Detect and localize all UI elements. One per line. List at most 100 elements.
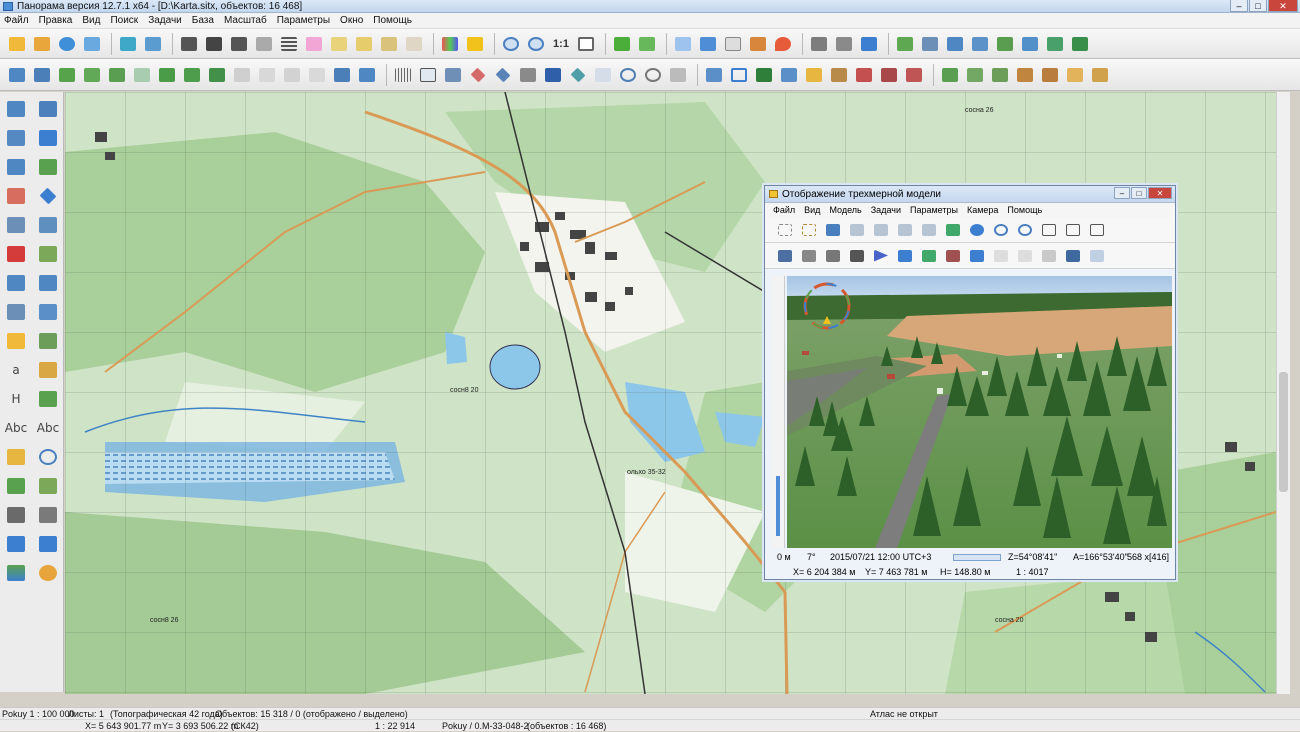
layers-icon[interactable] bbox=[117, 33, 139, 55]
tools-red-icon[interactable] bbox=[2, 183, 30, 209]
polygon-cross-icon[interactable] bbox=[181, 64, 203, 86]
pen-curve-icon[interactable] bbox=[356, 64, 378, 86]
3d-close-button[interactable]: ✕ bbox=[1148, 187, 1172, 199]
draw-check-icon[interactable] bbox=[34, 154, 62, 180]
3d-menu-camera[interactable]: Камера bbox=[967, 205, 998, 215]
3d-zoom-out-icon[interactable] bbox=[991, 220, 1011, 240]
text-strike-icon[interactable] bbox=[231, 64, 253, 86]
printer-icon[interactable] bbox=[808, 33, 830, 55]
binoculars-gray-icon[interactable] bbox=[253, 33, 275, 55]
lightning-icon[interactable] bbox=[464, 33, 486, 55]
search-light-icon[interactable] bbox=[1064, 64, 1086, 86]
draw-question-icon[interactable] bbox=[2, 154, 30, 180]
draw-help-icon[interactable] bbox=[2, 125, 30, 151]
minimize-button[interactable]: – bbox=[1230, 0, 1248, 12]
move-nodes-icon[interactable] bbox=[34, 183, 62, 209]
3d-minimize-button[interactable]: – bbox=[1114, 187, 1130, 199]
delete-green-icon[interactable] bbox=[34, 241, 62, 267]
draw-curve-icon[interactable] bbox=[34, 96, 62, 122]
menu-parameters[interactable]: Параметры bbox=[277, 15, 330, 26]
angle-lines-icon[interactable] bbox=[517, 64, 539, 86]
redo-blue-icon[interactable] bbox=[34, 531, 62, 557]
eraser-pink-icon[interactable] bbox=[303, 33, 325, 55]
rect-nodes-icon[interactable] bbox=[728, 64, 750, 86]
gear-icon[interactable] bbox=[34, 560, 62, 586]
grid-blue-icon[interactable] bbox=[542, 64, 564, 86]
scissors-tool-icon[interactable] bbox=[2, 212, 30, 238]
3d-zoom-in-icon[interactable] bbox=[1015, 220, 1035, 240]
angle-90-icon[interactable] bbox=[417, 64, 439, 86]
binoculars-icon[interactable] bbox=[178, 33, 200, 55]
3d-menu-file[interactable]: Файл bbox=[773, 205, 795, 215]
select-window-icon[interactable] bbox=[697, 33, 719, 55]
glue-icon[interactable] bbox=[34, 328, 62, 354]
undo-blue-icon[interactable] bbox=[2, 531, 30, 557]
pencil-icon[interactable] bbox=[2, 328, 30, 354]
scrollbar-thumb[interactable] bbox=[1279, 372, 1288, 492]
car-icon[interactable] bbox=[799, 246, 819, 266]
3d-plane-gray-icon[interactable] bbox=[847, 220, 867, 240]
list-icon[interactable] bbox=[278, 33, 300, 55]
add-object-icon[interactable] bbox=[353, 33, 375, 55]
polygon-light-icon[interactable] bbox=[131, 64, 153, 86]
diamond-blue-icon[interactable] bbox=[492, 64, 514, 86]
globe-icon[interactable] bbox=[56, 33, 78, 55]
fit-view-icon[interactable] bbox=[575, 33, 597, 55]
3d-refresh-icon[interactable] bbox=[967, 220, 987, 240]
polygon-red-icon[interactable] bbox=[853, 64, 875, 86]
tree-icon[interactable] bbox=[753, 64, 775, 86]
split-icon[interactable] bbox=[994, 33, 1016, 55]
erase-icon[interactable] bbox=[943, 246, 963, 266]
node-add-icon[interactable] bbox=[2, 270, 30, 296]
grid-green-icon[interactable] bbox=[1069, 33, 1091, 55]
checkmark-icon[interactable] bbox=[611, 33, 633, 55]
menu-view[interactable]: Вид bbox=[82, 15, 100, 26]
tree-structure-icon[interactable] bbox=[2, 473, 30, 499]
menu-base[interactable]: База bbox=[192, 15, 214, 26]
polyline-blue-icon[interactable] bbox=[34, 299, 62, 325]
menu-help[interactable]: Помощь bbox=[373, 15, 412, 26]
3d-maximize-button[interactable]: □ bbox=[1131, 187, 1147, 199]
polyline-red-icon[interactable] bbox=[2, 299, 30, 325]
scissors-cut-icon[interactable] bbox=[969, 33, 991, 55]
map-list-icon[interactable] bbox=[81, 33, 103, 55]
text-abc-icon[interactable] bbox=[256, 64, 278, 86]
paint-tool-icon[interactable] bbox=[747, 33, 769, 55]
map-vertical-scrollbar[interactable] bbox=[1276, 92, 1290, 694]
edit-green-icon[interactable] bbox=[894, 33, 916, 55]
diamond-red-icon[interactable] bbox=[467, 64, 489, 86]
split-nodes-icon[interactable] bbox=[34, 212, 62, 238]
envelope-icon[interactable] bbox=[1014, 64, 1036, 86]
search-cross-icon[interactable] bbox=[1089, 64, 1111, 86]
flashlight-icon[interactable] bbox=[803, 64, 825, 86]
print-preview-icon[interactable] bbox=[833, 33, 855, 55]
3d-menu-parameters[interactable]: Параметры bbox=[910, 205, 958, 215]
polygon-check-icon[interactable] bbox=[156, 64, 178, 86]
table-icon[interactable] bbox=[1044, 33, 1066, 55]
camera-icon[interactable] bbox=[823, 246, 843, 266]
location-pin-icon[interactable] bbox=[772, 33, 794, 55]
3d-layers-icon[interactable] bbox=[943, 220, 963, 240]
3d-plane-left-icon[interactable] bbox=[871, 220, 891, 240]
draw-blue-icon[interactable] bbox=[34, 125, 62, 151]
gallery-icon[interactable] bbox=[2, 560, 30, 586]
node-arrow-icon[interactable] bbox=[34, 270, 62, 296]
pen-edit-icon[interactable] bbox=[919, 246, 939, 266]
polygon-x-icon[interactable] bbox=[989, 64, 1011, 86]
delete-selection-icon[interactable] bbox=[403, 33, 425, 55]
3d-plane-icon[interactable] bbox=[823, 220, 843, 240]
polygon-red-dark-icon[interactable] bbox=[878, 64, 900, 86]
3d-select-icon[interactable] bbox=[775, 220, 795, 240]
cut-line-icon[interactable] bbox=[1019, 33, 1041, 55]
flashlight-a-tool[interactable]: a bbox=[2, 357, 30, 383]
3d-vertical-ruler[interactable] bbox=[771, 276, 785, 548]
open-folder-icon[interactable] bbox=[6, 33, 28, 55]
binoculars-text-icon[interactable] bbox=[203, 33, 225, 55]
knife-icon[interactable] bbox=[667, 64, 689, 86]
abc-tool-1[interactable]: Abc bbox=[2, 415, 30, 441]
3d-frame-icon[interactable] bbox=[799, 220, 819, 240]
ellipse-icon[interactable] bbox=[617, 64, 639, 86]
helicopter-icon[interactable] bbox=[775, 246, 795, 266]
magnifier-plus-icon[interactable] bbox=[34, 444, 62, 470]
polygon-select-icon[interactable] bbox=[34, 473, 62, 499]
